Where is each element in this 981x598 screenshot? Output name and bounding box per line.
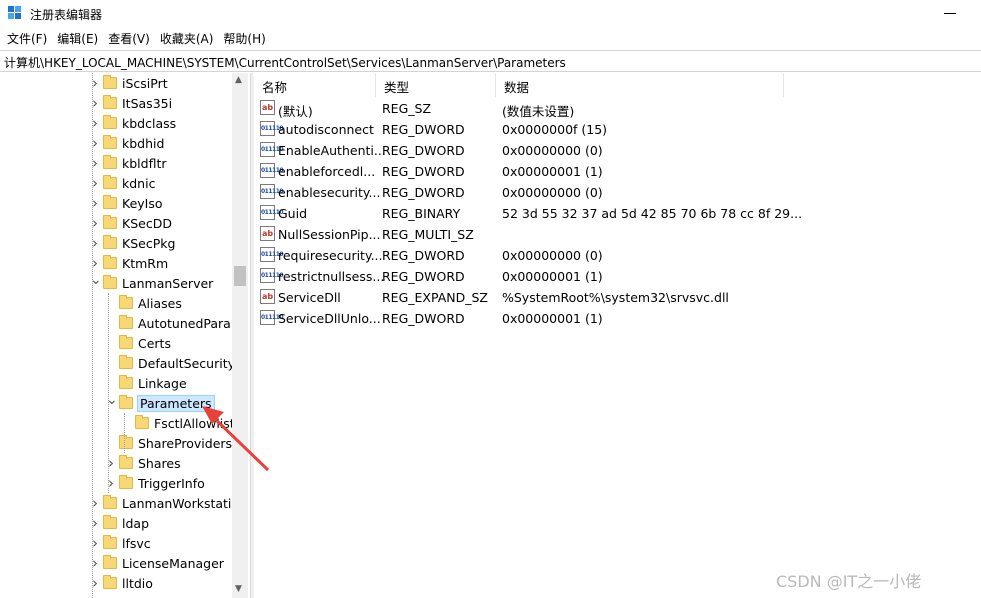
watermark: CSDN @IT之一小佬 — [776, 572, 922, 591]
annotation-arrow — [202, 406, 270, 472]
